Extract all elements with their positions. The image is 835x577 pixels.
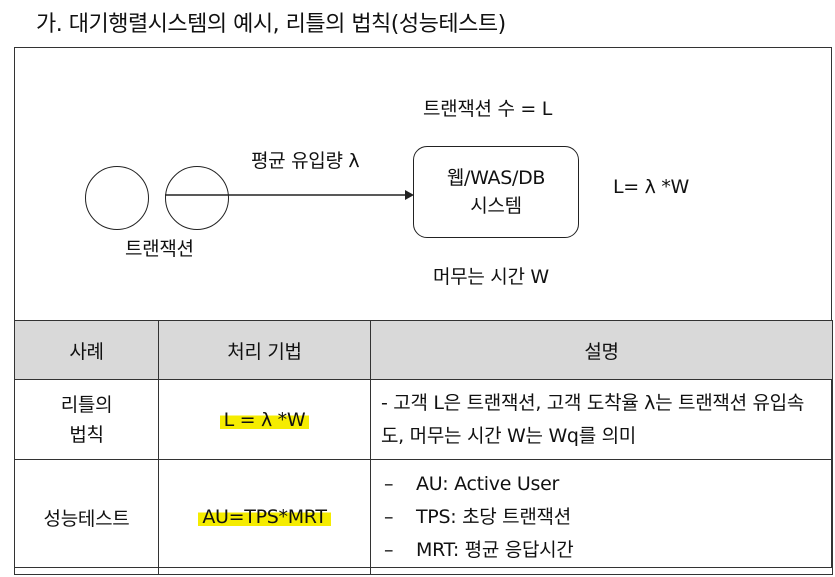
dash-bullet: –: [384, 505, 394, 528]
wait-time-label: 머무는 시간 W: [433, 266, 549, 288]
header-description: 설명: [370, 320, 833, 380]
system-box: 웹/WAS/DB 시스템: [413, 146, 579, 238]
section-heading: 가. 대기행렬시스템의 예시, 리틀의 법칙(성능테스트): [36, 12, 506, 37]
highlighted-method: AU=TPS*MRT: [198, 506, 331, 528]
content-frame: 트랜잭션 평균 유입량 λ 트랜잭션 수 = L 웹/WAS/DB 시스템 L=…: [14, 47, 833, 575]
arrow-icon: [165, 190, 414, 200]
list-item: – TPS: 초당 트랜잭션: [372, 501, 831, 534]
comparison-table: 사례 처리 기법 설명 리틀의 법칙 L = λ *W - 고객 L은 트랜잭션…: [14, 320, 833, 575]
list-item: – AU: Active User: [372, 468, 831, 501]
arrow-label: 평균 유입량 λ: [251, 150, 360, 172]
header-method: 처리 기법: [158, 320, 371, 380]
method-cell: L = λ *W: [158, 379, 371, 460]
table-header-row: 사례 처리 기법 설명: [14, 320, 833, 380]
table-row: 리틀의 법칙 L = λ *W - 고객 L은 트랜잭션, 고객 도착율 λ는 …: [14, 379, 833, 460]
case-cell: 리틀의 법칙: [14, 379, 159, 460]
dash-bullet: –: [384, 472, 394, 495]
case-line2: 법칙: [69, 423, 104, 446]
customer-label: 트랜잭션: [125, 238, 194, 260]
bullet-list: – AU: Active User – TPS: 초당 트랜잭션 – MRT: 평균 …: [372, 468, 831, 567]
system-line2: 시스템: [470, 195, 522, 217]
case-line1: 리틀의: [60, 393, 113, 416]
case-cell: 성능테스트: [14, 459, 159, 575]
queue-diagram: 트랜잭션 평균 유입량 λ 트랜잭션 수 = L 웹/WAS/DB 시스템 L=…: [15, 48, 831, 320]
bullet-text: MRT: 평균 응답시간: [416, 538, 574, 561]
table-row: 성능테스트 AU=TPS*MRT – AU: Active User – TPS: …: [14, 459, 833, 575]
system-line1: 웹/WAS/DB: [446, 167, 546, 189]
customer-circle-1: [85, 166, 149, 230]
formula-label: L= λ *W: [613, 176, 690, 198]
list-item: – MRT: 평균 응답시간: [372, 534, 831, 567]
bullet-text: TPS: 초당 트랜잭션: [416, 505, 571, 528]
description-cell: - 고객 L은 트랜잭션, 고객 도착율 λ는 트랜잭션 유입속도, 머무는 시…: [370, 379, 833, 460]
bullet-text: AU: Active User: [416, 472, 559, 495]
dash-bullet: –: [384, 538, 394, 561]
description-cell: – AU: Active User – TPS: 초당 트랜잭션 – MRT: 평균 …: [370, 459, 833, 575]
highlighted-method: L = λ *W: [219, 408, 310, 431]
method-cell: AU=TPS*MRT: [158, 459, 371, 575]
transactions-label: 트랜잭션 수 = L: [423, 98, 553, 120]
header-case: 사례: [14, 320, 159, 380]
